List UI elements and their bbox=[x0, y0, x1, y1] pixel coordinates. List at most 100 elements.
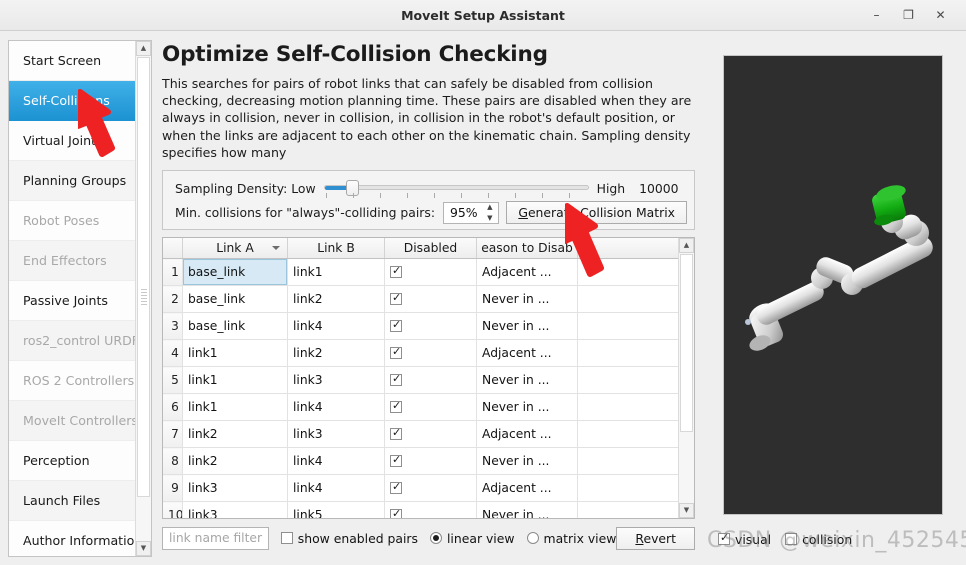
cell-link-b[interactable]: link3 bbox=[287, 420, 385, 449]
disabled-checkbox[interactable] bbox=[390, 480, 402, 495]
sidebar-item-launch-files[interactable]: Launch Files bbox=[9, 481, 136, 521]
table-row[interactable]: 2 base_link link2 Never in ... bbox=[163, 285, 679, 314]
cell-link-b[interactable]: link2 bbox=[287, 285, 385, 314]
table-scrollbar[interactable]: ▲ ▼ bbox=[678, 238, 694, 519]
cell-link-a[interactable]: base_link bbox=[182, 312, 288, 341]
disabled-checkbox[interactable] bbox=[390, 264, 402, 279]
disabled-checkbox[interactable] bbox=[390, 318, 402, 333]
disabled-checkbox[interactable] bbox=[390, 372, 402, 387]
cell-disabled[interactable] bbox=[384, 474, 477, 503]
cell-disabled[interactable] bbox=[384, 312, 477, 341]
cell-filler bbox=[577, 339, 679, 368]
cell-link-a[interactable]: link2 bbox=[182, 447, 288, 476]
column-header-link-b[interactable]: Link B bbox=[287, 238, 385, 260]
scrollbar-thumb[interactable] bbox=[137, 57, 150, 497]
cell-link-a[interactable]: link1 bbox=[182, 339, 288, 368]
disabled-checkbox[interactable] bbox=[390, 507, 402, 519]
scroll-down-icon[interactable]: ▼ bbox=[679, 503, 694, 519]
maximize-button[interactable]: ❐ bbox=[899, 6, 918, 25]
splitter-grip-icon[interactable] bbox=[141, 289, 147, 305]
cell-reason: Never in ... bbox=[476, 393, 578, 422]
cell-disabled[interactable] bbox=[384, 393, 477, 422]
cell-disabled[interactable] bbox=[384, 258, 477, 287]
spin-up-icon[interactable]: ▲ bbox=[487, 203, 492, 211]
checkbox-icon[interactable] bbox=[718, 531, 730, 545]
min-collisions-label: Min. collisions for "always"-colliding p… bbox=[175, 205, 436, 221]
cell-link-b[interactable]: link4 bbox=[287, 393, 385, 422]
visual-checkbox[interactable]: visual bbox=[718, 531, 771, 547]
table-row[interactable]: 8 link2 link4 Never in ... bbox=[163, 447, 679, 476]
linear-view-radio[interactable]: linear view bbox=[429, 531, 515, 546]
show-enabled-pairs-checkbox[interactable]: show enabled pairs bbox=[280, 531, 418, 546]
table-row[interactable]: 1 base_link link1 Adjacent ... bbox=[163, 258, 679, 287]
collision-checkbox[interactable]: collision bbox=[785, 532, 852, 547]
radio-icon[interactable] bbox=[429, 532, 442, 545]
robot-3d-viewport[interactable] bbox=[723, 55, 943, 515]
revert-button[interactable]: Revert bbox=[616, 526, 695, 550]
cell-link-a[interactable]: base_link bbox=[182, 258, 288, 287]
table-row[interactable]: 6 link1 link4 Never in ... bbox=[163, 393, 679, 422]
cell-disabled[interactable] bbox=[384, 447, 477, 476]
disabled-checkbox[interactable] bbox=[390, 453, 402, 468]
cell-link-b[interactable]: link1 bbox=[287, 258, 385, 287]
cell-disabled[interactable] bbox=[384, 339, 477, 368]
generate-collision-matrix-button[interactable]: Generate Collision Matrix bbox=[506, 201, 687, 225]
disabled-checkbox[interactable] bbox=[390, 399, 402, 414]
radio-icon[interactable] bbox=[526, 532, 539, 545]
minimize-button[interactable]: – bbox=[867, 6, 886, 25]
cell-disabled[interactable] bbox=[384, 366, 477, 395]
disabled-checkbox[interactable] bbox=[390, 426, 402, 441]
close-button[interactable]: ✕ bbox=[931, 6, 950, 25]
sidebar-item-planning-groups[interactable]: Planning Groups bbox=[9, 161, 136, 201]
cell-link-a[interactable]: link1 bbox=[182, 393, 288, 422]
table-row[interactable]: 5 link1 link3 Never in ... bbox=[163, 366, 679, 395]
cell-link-b[interactable]: link4 bbox=[287, 474, 385, 503]
sidebar-item-passive-joints[interactable]: Passive Joints bbox=[9, 281, 136, 321]
cell-disabled[interactable] bbox=[384, 420, 477, 449]
checkbox-icon[interactable] bbox=[785, 533, 798, 545]
scroll-up-icon[interactable]: ▲ bbox=[136, 41, 151, 56]
table-row[interactable]: 4 link1 link2 Adjacent ... bbox=[163, 339, 679, 368]
cell-disabled[interactable] bbox=[384, 285, 477, 314]
column-header-reason[interactable]: eason to Disab bbox=[476, 238, 578, 260]
cell-filler bbox=[577, 285, 679, 314]
scroll-up-icon[interactable]: ▲ bbox=[679, 238, 694, 254]
cell-link-a[interactable]: link3 bbox=[182, 501, 288, 519]
spin-down-icon[interactable]: ▼ bbox=[487, 214, 492, 222]
checkbox-icon[interactable] bbox=[280, 532, 293, 545]
matrix-view-radio[interactable]: matrix view bbox=[526, 531, 616, 546]
cell-link-a[interactable]: link3 bbox=[182, 474, 288, 503]
sidebar-item-self-collisions[interactable]: Self-Collisions bbox=[9, 81, 136, 121]
table-row[interactable]: 7 link2 link3 Adjacent ... bbox=[163, 420, 679, 449]
sampling-density-slider[interactable] bbox=[323, 179, 589, 199]
slider-groove bbox=[323, 185, 589, 191]
link-name-filter-input[interactable]: link name filter bbox=[162, 526, 269, 550]
sidebar-item-author-information[interactable]: Author Information bbox=[9, 521, 136, 556]
disabled-checkbox[interactable] bbox=[390, 345, 402, 360]
sidebar-item-label: Launch Files bbox=[23, 493, 101, 508]
table-row[interactable]: 10 link3 link5 Never in ... bbox=[163, 501, 679, 519]
sidebar-item-perception[interactable]: Perception bbox=[9, 441, 136, 481]
sidebar-scrollbar[interactable]: ▲ ▼ bbox=[135, 41, 151, 556]
sidebar-item-virtual-joints[interactable]: Virtual Joints bbox=[9, 121, 136, 161]
cell-link-a[interactable]: base_link bbox=[182, 285, 288, 314]
spinbox-arrows[interactable]: ▲ ▼ bbox=[482, 203, 497, 222]
cell-link-b[interactable]: link3 bbox=[287, 366, 385, 395]
cell-link-b[interactable]: link5 bbox=[287, 501, 385, 519]
table-row[interactable]: 3 base_link link4 Never in ... bbox=[163, 312, 679, 341]
cell-reason: Never in ... bbox=[476, 285, 578, 314]
cell-link-b[interactable]: link4 bbox=[287, 312, 385, 341]
scroll-down-icon[interactable]: ▼ bbox=[136, 541, 151, 556]
min-collisions-spinbox[interactable]: 95% ▲ ▼ bbox=[443, 201, 500, 224]
disabled-checkbox[interactable] bbox=[390, 291, 402, 306]
column-header-disabled[interactable]: Disabled bbox=[384, 238, 477, 260]
cell-link-a[interactable]: link2 bbox=[182, 420, 288, 449]
column-header-link-a[interactable]: Link A bbox=[182, 238, 288, 260]
scrollbar-thumb[interactable] bbox=[680, 254, 693, 433]
cell-disabled[interactable] bbox=[384, 501, 477, 519]
cell-link-a[interactable]: link1 bbox=[182, 366, 288, 395]
sidebar-item-start-screen[interactable]: Start Screen bbox=[9, 41, 136, 81]
cell-link-b[interactable]: link4 bbox=[287, 447, 385, 476]
cell-link-b[interactable]: link2 bbox=[287, 339, 385, 368]
table-row[interactable]: 9 link3 link4 Adjacent ... bbox=[163, 474, 679, 503]
